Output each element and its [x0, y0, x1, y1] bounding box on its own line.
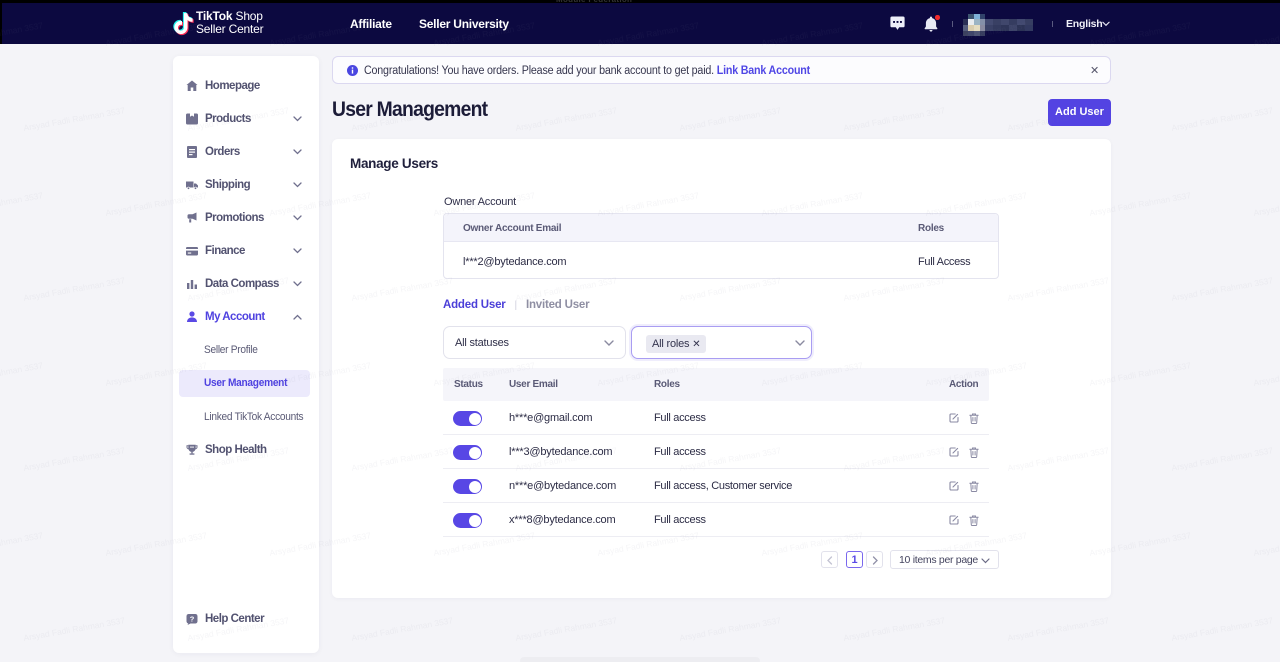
svg-text:?: ?	[190, 615, 195, 624]
